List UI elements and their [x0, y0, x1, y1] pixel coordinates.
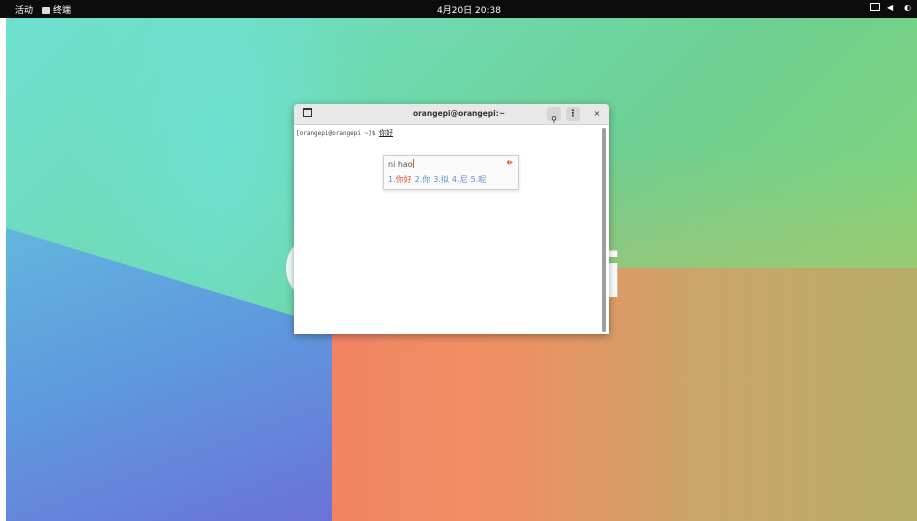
ime-candidate-index: 1.	[388, 175, 396, 184]
wallpaper-blue-region	[6, 228, 332, 521]
ime-candidate-list: 1.你好 2.你 3.拟 4.尼 5.呢	[388, 174, 489, 185]
close-button[interactable]: ×	[591, 108, 603, 120]
activities-button[interactable]: 活动	[15, 3, 33, 16]
prompt-text: [orangepi@orangepi ~]$	[296, 130, 380, 137]
new-tab-icon	[302, 108, 312, 117]
scrollbar[interactable]	[602, 128, 606, 332]
system-tray[interactable]: ◀ ◐	[870, 3, 915, 13]
ime-candidate[interactable]: 2.你	[415, 175, 431, 184]
text-cursor	[412, 159, 414, 168]
title-bar[interactable]: orangepi@orangepi:~ ⚲ ⋮ ×	[294, 104, 609, 125]
ime-logo-icon: ◖▸	[506, 159, 513, 166]
screen: i 活动 终端 4月20日 20:38 ◀ ◐ orangepi@orangep…	[0, 0, 917, 521]
search-button[interactable]: ⚲	[547, 107, 561, 124]
ime-candidate-index: 4.	[451, 175, 460, 184]
prompt-line: [orangepi@orangepi ~]$ 你好	[296, 128, 393, 138]
scrollbar-thumb[interactable]	[602, 128, 606, 332]
typed-text: 你好	[379, 129, 394, 137]
volume-icon: ◀	[886, 3, 898, 12]
ime-candidate-index: 3.	[433, 175, 441, 184]
ime-candidate[interactable]: 5.呢	[471, 175, 487, 184]
ime-preedit-text: ni hao	[388, 160, 413, 169]
ime-candidate-text: 拟	[440, 175, 449, 184]
network-icon	[870, 3, 881, 11]
ime-candidate[interactable]: 4.尼	[452, 175, 468, 184]
menu-button[interactable]: ⋮	[566, 107, 580, 121]
ime-candidate-window: ni hao ◖▸ 1.你好 2.你 3.拟 4.尼 5.呢	[383, 155, 519, 190]
ime-candidate-text: 你好	[395, 175, 412, 184]
clock[interactable]: 4月20日 20:38	[437, 3, 501, 16]
ime-candidate-text: 尼	[459, 175, 468, 184]
ime-candidate[interactable]: 3.拟	[433, 175, 449, 184]
ime-preedit: ni hao	[388, 159, 414, 169]
power-icon: ◐	[904, 3, 915, 12]
top-bar: 活动 终端 4月20日 20:38 ◀ ◐	[0, 0, 917, 18]
taskbar-app-label: 终端	[53, 6, 72, 16]
new-tab-button[interactable]	[300, 108, 314, 120]
ime-candidate-text: 你	[422, 175, 431, 184]
window-title: orangepi@orangepi:~	[412, 109, 506, 118]
taskbar-app-terminal[interactable]: 终端	[42, 3, 71, 16]
terminal-icon	[42, 7, 50, 14]
terminal-window[interactable]: orangepi@orangepi:~ ⚲ ⋮ × [orangepi@oran…	[294, 104, 609, 334]
search-icon: ⚲	[551, 115, 557, 124]
ime-candidate[interactable]: 1.你好	[388, 175, 412, 184]
ime-candidate-text: 呢	[478, 175, 487, 184]
